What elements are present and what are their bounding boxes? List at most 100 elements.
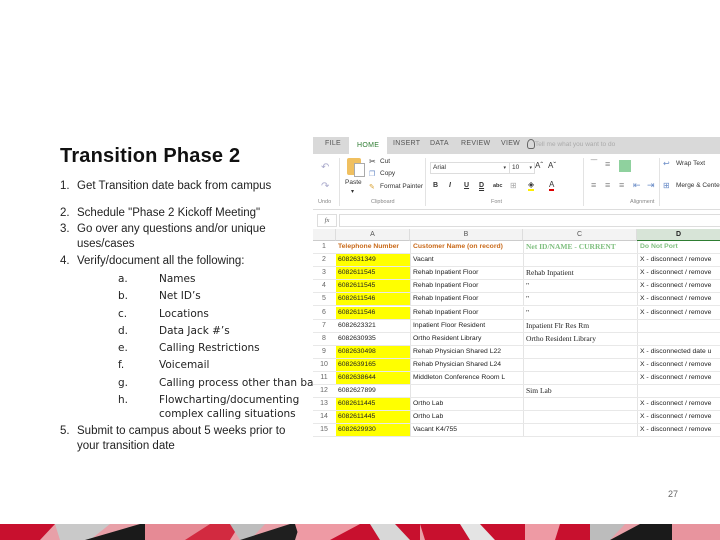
select-all-corner[interactable]	[313, 229, 336, 241]
align-center-icon[interactable]: ≡	[605, 180, 610, 190]
cell-b[interactable]: Customer Name (on record)	[410, 241, 523, 253]
row-number[interactable]: 10	[313, 359, 335, 371]
borders-icon[interactable]: ⊞	[510, 181, 517, 190]
cell-c[interactable]	[523, 254, 637, 267]
cell-d[interactable]	[637, 385, 720, 398]
cell-c[interactable]: Rehab Inpatient	[523, 267, 637, 280]
cell-a[interactable]: Telephone Number	[336, 241, 410, 253]
wrap-text-button[interactable]: Wrap Text	[676, 160, 705, 167]
column-header-b[interactable]: B	[410, 229, 523, 241]
font-name-select[interactable]: Arial ▾	[430, 162, 510, 174]
tab-review[interactable]: REVIEW	[461, 140, 490, 147]
cell-a[interactable]: 6082611445	[336, 398, 410, 411]
cell-b[interactable]: Rehab Inpatient Floor	[410, 306, 523, 319]
paste-button[interactable]: Paste	[345, 179, 362, 186]
cell-d[interactable]: X - disconnect / remove	[637, 424, 720, 437]
cell-b[interactable]: Rehab Inpatient Floor	[410, 293, 523, 306]
cell-c[interactable]	[523, 398, 637, 411]
cell-c[interactable]: "	[523, 293, 637, 306]
underline-button[interactable]: U	[464, 182, 469, 189]
paste-dropdown-icon[interactable]: ▾	[351, 188, 354, 195]
tab-data[interactable]: DATA	[430, 140, 449, 147]
formula-input[interactable]	[339, 214, 720, 227]
cell-c[interactable]: "	[523, 280, 637, 293]
cell-b[interactable]: Rehab Physician Shared L22	[410, 345, 523, 358]
cell-a[interactable]: 6082630935	[336, 333, 410, 345]
increase-indent-icon[interactable]: ⇥	[647, 180, 655, 191]
clipboard-icon[interactable]	[347, 158, 365, 177]
column-header-a[interactable]: A	[336, 229, 410, 241]
cell-c[interactable]	[523, 372, 637, 384]
row-number[interactable]: 15	[313, 424, 335, 436]
cell-b[interactable]: Ortho Lab	[410, 398, 523, 411]
cell-a[interactable]: 6082631349	[336, 254, 410, 267]
cell-a[interactable]: 6082611545	[336, 267, 410, 280]
cell-a[interactable]: 6082638644	[336, 372, 410, 384]
merge-center-button[interactable]: Merge & Center	[676, 182, 720, 189]
cell-d[interactable]: X - disconnect / remove	[637, 267, 720, 280]
cell-d[interactable]: X - disconnect / remove	[637, 358, 720, 371]
cell-c[interactable]: Inpatient Flr Res Rm	[523, 319, 637, 332]
align-top-icon[interactable]: ‾‾	[591, 159, 597, 169]
tab-insert[interactable]: INSERT	[393, 140, 420, 147]
align-left-icon[interactable]: ≡	[591, 180, 596, 190]
row-number[interactable]: 11	[313, 372, 335, 384]
cut-button[interactable]: Cut	[380, 158, 390, 165]
cell-d[interactable]: X - disconnect / remove	[637, 293, 720, 306]
undo-icon[interactable]: ↶	[321, 162, 329, 173]
cell-d[interactable]: X - disconnect / remove	[637, 306, 720, 319]
cell-b[interactable]: Ortho Lab	[410, 411, 523, 424]
cell-b[interactable]: Middleton Conference Room L	[410, 372, 523, 384]
cell-c[interactable]	[523, 411, 637, 424]
cell-d[interactable]	[637, 319, 720, 332]
row-number[interactable]: 7	[313, 320, 335, 332]
format-painter-button[interactable]: Format Painter	[380, 183, 423, 190]
row-number[interactable]: 6	[313, 307, 335, 319]
align-bottom-icon[interactable]	[619, 160, 631, 172]
cell-a[interactable]: 6082627899	[336, 385, 410, 397]
cell-b[interactable]	[410, 385, 523, 398]
cell-d[interactable]: X - disconnect / remove	[637, 411, 720, 424]
cell-a[interactable]: 6082623321	[336, 320, 410, 332]
shrink-font-button[interactable]: Aˇ	[548, 161, 556, 170]
double-underline-button[interactable]: D	[479, 182, 484, 189]
align-middle-icon[interactable]: ≡	[605, 159, 610, 169]
cell-d[interactable]: X - disconnect / remove	[637, 280, 720, 293]
font-size-select[interactable]: 10 ▾	[509, 162, 535, 174]
cell-a[interactable]: 6082639165	[336, 358, 410, 371]
cell-a[interactable]: 6082611445	[336, 411, 410, 424]
column-header-d[interactable]: D	[637, 229, 720, 241]
row-number[interactable]: 8	[313, 333, 335, 345]
cell-a[interactable]: 6082611545	[336, 280, 410, 293]
font-color-icon[interactable]: A	[549, 180, 555, 191]
cell-a[interactable]: 6082630498	[336, 345, 410, 358]
align-right-icon[interactable]: ≡	[619, 180, 624, 190]
cell-a[interactable]: 6082611546	[336, 306, 410, 319]
cell-a[interactable]: 6082611546	[336, 293, 410, 306]
column-header-c[interactable]: C	[523, 229, 637, 241]
bold-button[interactable]: B	[433, 182, 438, 189]
row-number[interactable]: 12	[313, 385, 335, 397]
cell-c[interactable]: "	[523, 306, 637, 319]
cell-b[interactable]: Vacant K4/755	[410, 424, 523, 437]
cell-c[interactable]: Sim Lab	[523, 385, 637, 398]
cell-d[interactable]: X - disconnect / remove	[637, 372, 720, 384]
cell-d[interactable]: Do Not Port	[637, 241, 720, 253]
cell-d[interactable]: X - disconnect / remove	[637, 398, 720, 411]
tab-file[interactable]: FILE	[325, 140, 341, 147]
tab-view[interactable]: VIEW	[501, 140, 520, 147]
cell-c[interactable]	[523, 358, 637, 371]
row-number[interactable]: 3	[313, 267, 335, 279]
cell-b[interactable]: Ortho Resident Library	[410, 332, 523, 345]
fx-button[interactable]: fx	[317, 214, 337, 227]
cell-b[interactable]: Vacant	[410, 254, 523, 267]
row-number[interactable]: 2	[313, 254, 335, 266]
italic-button[interactable]: I	[449, 182, 451, 189]
cell-a[interactable]: 6082629930	[336, 424, 410, 437]
cell-c[interactable]	[523, 424, 637, 437]
cell-d[interactable]	[637, 332, 720, 345]
cell-b[interactable]: Rehab Inpatient Floor	[410, 267, 523, 280]
grow-font-button[interactable]: Aˆ	[535, 161, 543, 170]
row-number[interactable]: 13	[313, 398, 335, 410]
cell-c[interactable]	[523, 345, 637, 358]
